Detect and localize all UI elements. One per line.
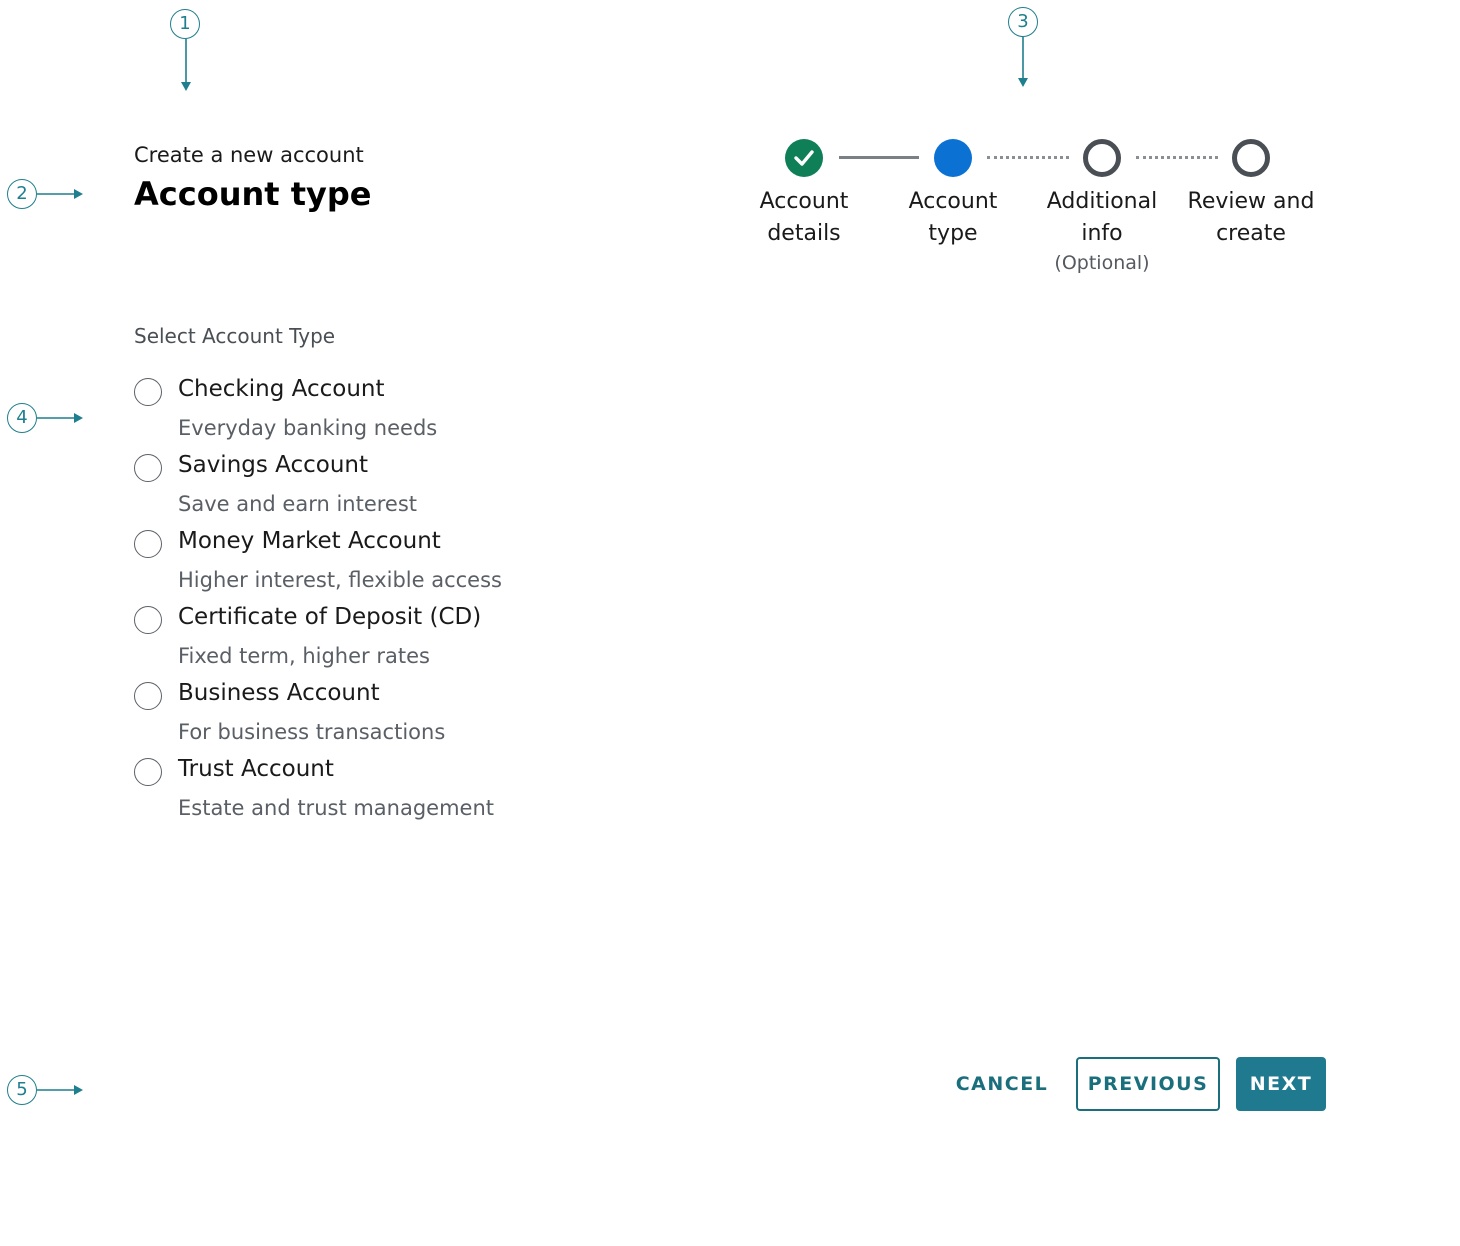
annotation-marker-4: 4 [7, 403, 37, 433]
account-type-option-business[interactable]: Business Account For business transactio… [134, 680, 734, 756]
step-label-line: Account [908, 189, 998, 214]
annotation-marker-5: 5 [7, 1075, 37, 1105]
step-label-line: Account [759, 189, 849, 214]
account-type-radio-group: Checking Account Everyday banking needs … [134, 376, 734, 832]
option-description: Everyday banking needs [178, 416, 438, 440]
account-type-option-trust[interactable]: Trust Account Estate and trust managemen… [134, 756, 734, 832]
step-label-line: details [767, 221, 841, 246]
option-label: Trust Account [178, 756, 334, 782]
annotation-marker-2: 2 [7, 179, 37, 209]
account-type-option-checking[interactable]: Checking Account Everyday banking needs [134, 376, 734, 452]
account-type-option-savings[interactable]: Savings Account Save and earn interest [134, 452, 734, 528]
option-label: Money Market Account [178, 528, 441, 554]
step-connector-pending [1136, 156, 1218, 159]
radio-button[interactable] [134, 682, 162, 710]
step-label-line: Review and [1187, 189, 1315, 214]
radio-button[interactable] [134, 378, 162, 406]
page-eyebrow: Create a new account [134, 143, 364, 167]
option-description: Estate and trust management [178, 796, 495, 820]
annotation-arrow-3 [1018, 37, 1028, 87]
annotation-arrow-1 [181, 39, 191, 91]
step-label-review-and-create: Review and create [1171, 186, 1331, 250]
step-optional-tag: (Optional) [1054, 252, 1150, 274]
annotation-marker-1: 1 [170, 9, 200, 39]
radio-button[interactable] [134, 606, 162, 634]
option-description: For business transactions [178, 720, 446, 744]
step-complete-indicator [785, 139, 823, 177]
radio-group-label: Select Account Type [134, 324, 336, 348]
step-connector-complete [839, 156, 919, 159]
option-description: Save and earn interest [178, 492, 418, 516]
step-label-account-type: Account type [873, 186, 1033, 250]
step-incomplete-indicator [1083, 139, 1121, 177]
step-incomplete-indicator [1232, 139, 1270, 177]
annotation-arrow-4 [37, 413, 83, 423]
step-label-line: type [928, 221, 978, 246]
step-connector-pending [987, 156, 1069, 159]
annotation-arrow-5 [37, 1085, 83, 1095]
radio-button[interactable] [134, 530, 162, 558]
page-title: Account type [134, 175, 372, 213]
step-label-line: info [1081, 221, 1123, 246]
account-type-option-money-market[interactable]: Money Market Account Higher interest, fl… [134, 528, 734, 604]
previous-button[interactable]: PREVIOUS [1076, 1057, 1220, 1111]
annotation-marker-3: 3 [1008, 7, 1038, 37]
account-type-option-cd[interactable]: Certificate of Deposit (CD) Fixed term, … [134, 604, 734, 680]
next-button[interactable]: NEXT [1236, 1057, 1326, 1111]
step-label-account-details: Account details [724, 186, 884, 250]
option-description: Higher interest, flexible access [178, 568, 502, 592]
step-current-indicator [934, 139, 972, 177]
step-label-additional-info: Additional info (Optional) [1022, 186, 1182, 276]
annotation-arrow-2 [37, 189, 83, 199]
option-label: Business Account [178, 680, 380, 706]
option-label: Certificate of Deposit (CD) [178, 604, 482, 630]
radio-button[interactable] [134, 758, 162, 786]
option-description: Fixed term, higher rates [178, 644, 430, 668]
radio-button[interactable] [134, 454, 162, 482]
step-label-line: Additional [1046, 189, 1158, 214]
option-label: Checking Account [178, 376, 385, 402]
step-label-line: create [1216, 221, 1286, 246]
cancel-button[interactable]: CANCEL [944, 1057, 1060, 1111]
checkmark-icon [794, 150, 814, 166]
option-label: Savings Account [178, 452, 369, 478]
